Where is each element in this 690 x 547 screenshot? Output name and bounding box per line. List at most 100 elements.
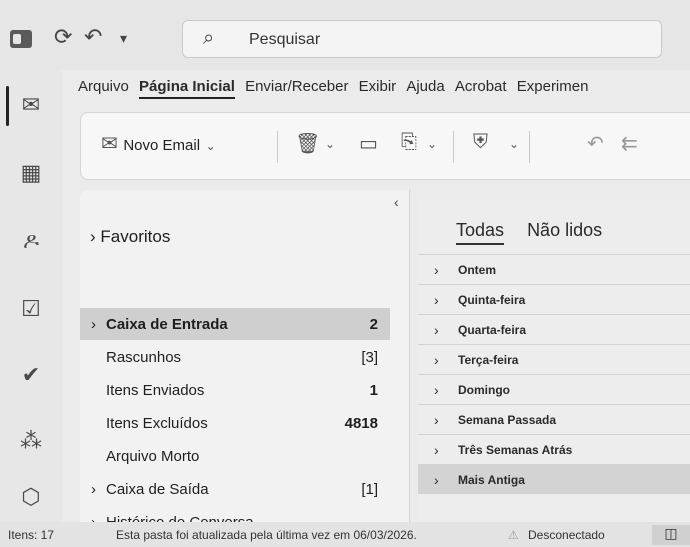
chevron-right-icon: ›	[90, 227, 96, 246]
delete-icon[interactable]: 🗑	[295, 131, 320, 156]
dropdown-icon[interactable]: ▾	[120, 30, 127, 47]
folder-label: Rascunhos	[106, 349, 182, 366]
ribbon-tabs: Arquivo Página Inicial Enviar/Receber Ex…	[78, 78, 594, 106]
chevron-right-icon: ›	[434, 412, 439, 428]
chevron-right-icon: ›	[434, 292, 439, 308]
folder-deleted[interactable]: Itens Excluídos 4818	[80, 407, 390, 439]
group-label: Terça-feira	[458, 353, 519, 367]
status-bar: Itens: 17 Esta pasta foi atualizada pela…	[0, 522, 690, 547]
group-label: Quarta-feira	[458, 323, 527, 337]
new-mail-icon: ✉	[101, 133, 118, 155]
folder-archive[interactable]: Arquivo Morto	[80, 440, 390, 472]
message-list-pane: Todas Não lidos › Ontem › Quinta-feira ›…	[418, 200, 690, 522]
tab-enviar-receber[interactable]: Enviar/Receber	[245, 78, 348, 95]
group-header[interactable]: › Semana Passada	[418, 404, 690, 434]
chevron-right-icon: ›	[91, 316, 96, 333]
sync-icon[interactable]: ⟳	[54, 24, 72, 50]
apps-icon[interactable]: ⬡	[0, 472, 62, 522]
mail-icon[interactable]: ✉	[0, 80, 62, 130]
folder-inbox[interactable]: › Caixa de Entrada 2	[80, 308, 390, 340]
shield-icon[interactable]: ⛨	[473, 131, 488, 154]
group-header[interactable]: › Terça-feira	[418, 344, 690, 374]
connection-status[interactable]: Desconectado	[528, 528, 605, 542]
folder-outbox[interactable]: › Caixa de Saída [1]	[80, 473, 390, 505]
title-bar: ⟳ ↶ ▾ ⌕ Pesquisar	[0, 0, 690, 70]
chevron-right-icon: ›	[434, 322, 439, 338]
last-updated-text: Esta pasta foi atualizada pela última ve…	[116, 528, 417, 542]
search-icon: ⌕	[203, 27, 215, 49]
group-label: Três Semanas Atrás	[458, 443, 573, 457]
divider	[453, 131, 454, 163]
move-icon[interactable]: ⎘	[401, 131, 417, 154]
archive-icon[interactable]: ▭	[359, 131, 378, 156]
tab-arquivo[interactable]: Arquivo	[78, 78, 129, 95]
group-header[interactable]: › Quarta-feira	[418, 314, 690, 344]
tab-acrobat[interactable]: Acrobat	[455, 78, 507, 95]
group-label: Ontem	[458, 263, 497, 277]
view-icon[interactable]: ◫	[652, 525, 690, 545]
message-filter-tabs: Todas Não lidos	[456, 220, 620, 245]
folder-sent[interactable]: Itens Enviados 1	[80, 374, 390, 406]
reply-all-icon[interactable]: ⇇	[621, 131, 638, 156]
chevron-right-icon: ›	[91, 514, 96, 522]
folder-count: 1	[369, 382, 378, 399]
group-label: Domingo	[458, 383, 510, 397]
folder-label: Caixa de Saída	[106, 481, 209, 498]
undo-icon[interactable]: ↶	[84, 24, 102, 50]
tab-pagina-inicial[interactable]: Página Inicial	[139, 78, 235, 99]
folder-label: Caixa de Entrada	[106, 316, 228, 333]
tab-ajuda[interactable]: Ajuda	[406, 78, 444, 95]
item-count: Itens: 17	[8, 528, 55, 542]
group-label: Quinta-feira	[458, 293, 526, 307]
group-header[interactable]: › Três Semanas Atrás	[418, 434, 690, 464]
people-icon[interactable]: ዶ	[0, 216, 62, 266]
tasks-icon[interactable]: ☑	[0, 284, 62, 334]
divider	[277, 131, 278, 163]
tab-nao-lidos[interactable]: Não lidos	[527, 220, 602, 240]
org-icon[interactable]: ⁂	[0, 416, 62, 466]
tab-todas[interactable]: Todas	[456, 220, 505, 245]
folder-count: 2	[369, 316, 378, 333]
folder-pane: ‹ › Favoritos › Caixa de Entrada 2 Rascu…	[80, 190, 410, 522]
app-nav-bar: ✉ ▦ ዶ ☑ ✔ ⁂ ⬡	[0, 70, 62, 522]
folder-label: Itens Enviados	[106, 382, 205, 399]
folder-count: [3]	[361, 349, 378, 366]
group-header-selected[interactable]: › Mais Antiga	[418, 464, 690, 494]
chevron-right-icon: ›	[434, 442, 439, 458]
search-box[interactable]: ⌕ Pesquisar	[182, 20, 662, 58]
new-email-label: Novo Email	[123, 137, 201, 154]
favorites-label: Favoritos	[100, 227, 171, 246]
collapse-pane-icon[interactable]: ‹	[394, 194, 399, 210]
chevron-right-icon: ›	[434, 382, 439, 398]
chevron-right-icon: ›	[91, 481, 96, 498]
group-label: Semana Passada	[458, 413, 557, 427]
new-email-button[interactable]: ✉ Novo Email ⌄	[101, 131, 216, 156]
reply-icon[interactable]: ↶	[587, 131, 604, 156]
group-header[interactable]: › Domingo	[418, 374, 690, 404]
outlook-app-icon	[10, 30, 32, 48]
chevron-down-icon[interactable]: ⌄	[325, 137, 335, 151]
group-label: Mais Antiga	[458, 473, 525, 487]
group-header[interactable]: › Quinta-feira	[418, 284, 690, 314]
tab-exibir[interactable]: Exibir	[359, 78, 397, 95]
warning-icon: ⚠	[508, 528, 519, 542]
folder-label: Arquivo Morto	[106, 448, 200, 465]
calendar-icon[interactable]: ▦	[0, 148, 62, 198]
chevron-right-icon: ›	[434, 352, 439, 368]
folder-label: Itens Excluídos	[106, 415, 208, 432]
folder-count: [1]	[361, 481, 378, 498]
folder-drafts[interactable]: Rascunhos [3]	[80, 341, 390, 373]
folder-count: 4818	[344, 415, 378, 432]
tab-experimente[interactable]: Experimen	[517, 78, 589, 95]
chevron-right-icon: ›	[434, 262, 439, 278]
chevron-down-icon[interactable]: ⌄	[509, 137, 519, 151]
folder-label: Histórico de Conversa	[106, 514, 254, 522]
search-placeholder: Pesquisar	[249, 31, 321, 48]
ribbon-toolbar: ✉ Novo Email ⌄ 🗑 ⌄ ▭ ⎘ ⌄ ⛨ ⌄ ↶ ⇇	[80, 112, 690, 180]
favorites-section[interactable]: › Favoritos	[90, 227, 170, 247]
todo-check-icon[interactable]: ✔	[0, 350, 62, 400]
folder-conversation-history[interactable]: › Histórico de Conversa	[80, 506, 390, 522]
group-header[interactable]: › Ontem	[418, 254, 690, 284]
chevron-down-icon[interactable]: ⌄	[427, 137, 437, 151]
divider	[529, 131, 530, 163]
